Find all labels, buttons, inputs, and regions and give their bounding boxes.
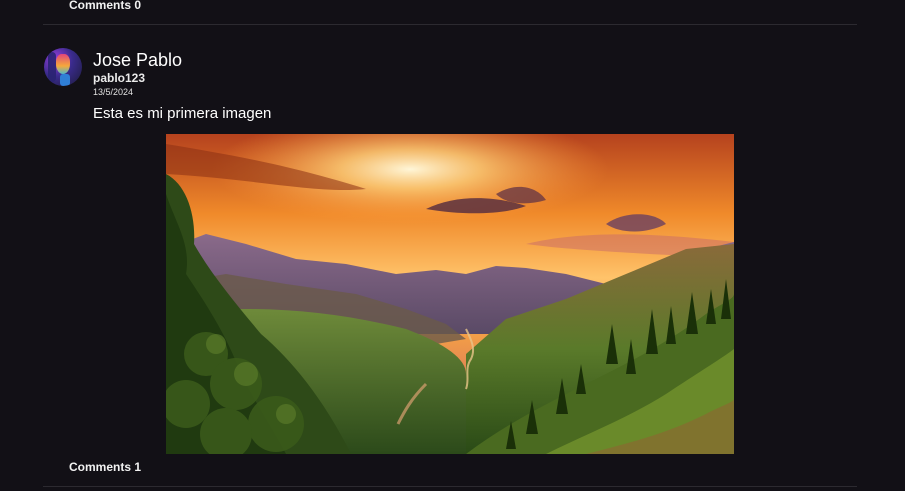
post-date: 13/5/2024 [93, 87, 134, 97]
feed-page: Comments 0 Jose Pablo pablo123 13/5/2024… [0, 0, 905, 491]
comments-link[interactable]: Comments 1 [69, 460, 141, 474]
post-text: Esta es mi primera imagen [93, 105, 272, 122]
post-divider [43, 24, 857, 25]
author-username[interactable]: pablo123 [93, 71, 145, 85]
post-divider [43, 486, 857, 487]
author-name[interactable]: Jose Pablo [93, 50, 182, 70]
avatar[interactable] [44, 48, 82, 86]
comments-link[interactable]: Comments 0 [69, 0, 141, 12]
post-image[interactable] [166, 134, 734, 454]
